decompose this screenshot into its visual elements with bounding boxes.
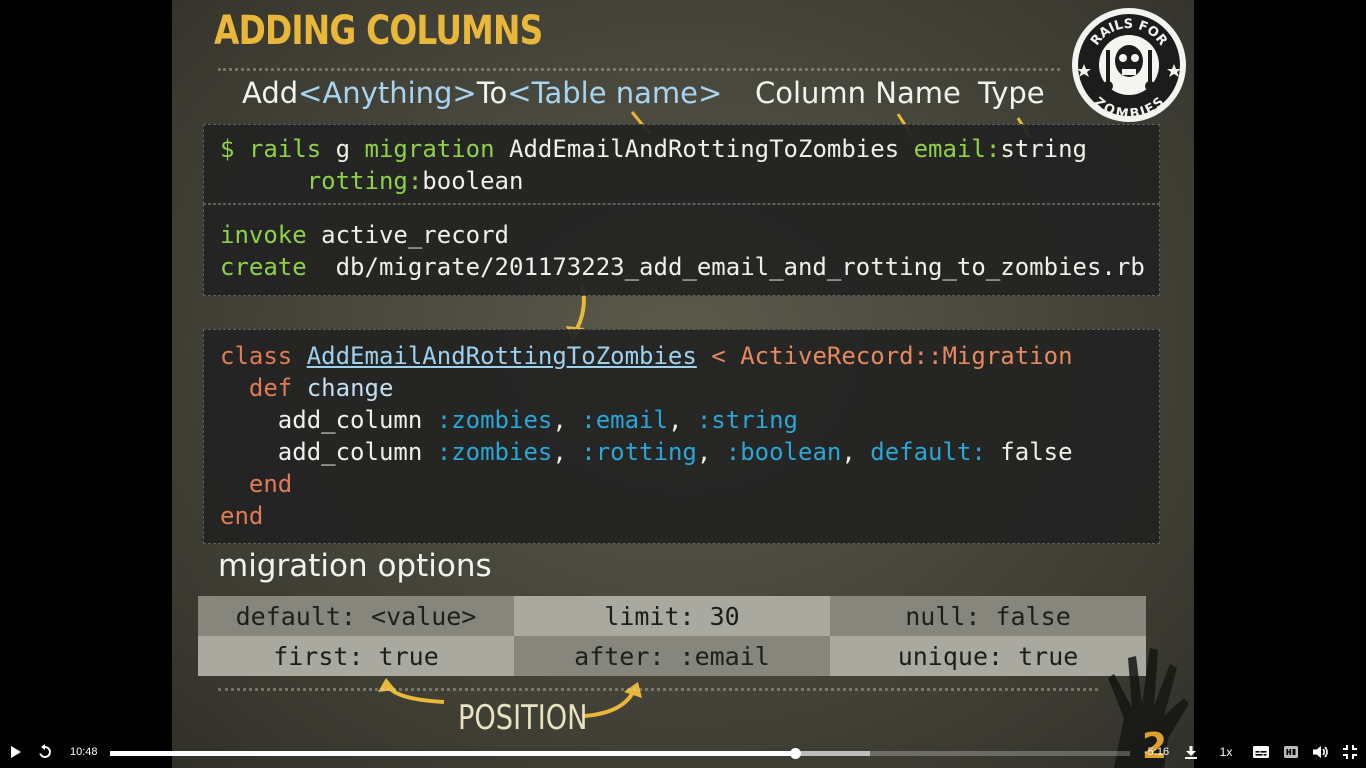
bottom-divider — [218, 688, 1098, 691]
output-invoke-kw: invoke — [220, 221, 307, 249]
replay-icon — [39, 744, 51, 758]
replay-button[interactable] — [30, 736, 60, 768]
volume-button[interactable] — [1306, 736, 1336, 768]
code-line1-arg1: :zombies — [436, 406, 553, 434]
exit-fullscreen-icon — [1343, 745, 1357, 759]
code-line2-arg1: :zombies — [436, 438, 553, 466]
download-button[interactable] — [1176, 736, 1206, 768]
migration-options-table: default: <value> limit: 30 null: false f… — [198, 596, 1146, 676]
code-end-inner: end — [248, 470, 293, 498]
code-def-kw: def — [248, 374, 293, 402]
playback-speed-label: 1x — [1219, 745, 1233, 759]
code-add-column-2: add_column — [277, 438, 423, 466]
captions-icon — [1253, 746, 1269, 758]
captions-button[interactable] — [1246, 736, 1276, 768]
migration-code-box: class AddEmailAndRottingToZombies < Acti… — [203, 329, 1160, 544]
cmd-field2-name: rotting: — [306, 167, 423, 195]
slide: Adding Columns RAILS FOR ZOMBIES — [172, 0, 1194, 768]
command-box: $ rails g migration AddEmailAndRottingTo… — [203, 124, 1160, 204]
video-player: Adding Columns RAILS FOR ZOMBIES — [0, 0, 1366, 768]
arrow-first — [384, 682, 445, 704]
code-method-name: change — [306, 374, 394, 402]
play-button[interactable] — [1, 736, 31, 768]
progress-played — [110, 751, 796, 756]
cmd-field1-name: email: — [913, 135, 1001, 163]
cmd-field1-type: string — [1000, 135, 1088, 163]
download-icon — [1185, 746, 1197, 759]
code-superclass: < ActiveRecord::Migration — [711, 342, 1073, 370]
code-end-outer: end — [220, 502, 264, 530]
arrow-after — [583, 689, 636, 718]
remaining-time: -5:16 — [1144, 746, 1170, 758]
cmd-field2-type: boolean — [422, 167, 524, 195]
output-create-val: db/migrate/201173223_add_email_and_rotti… — [335, 253, 1145, 281]
code-line1-arg2: :email — [581, 406, 668, 434]
elapsed-time: 10:48 — [70, 746, 98, 758]
code-default-val: false — [1000, 438, 1073, 466]
cmd-migration: migration — [364, 135, 495, 163]
play-icon — [11, 746, 21, 758]
code-line2-arg2: :rotting — [581, 438, 697, 466]
hd-button[interactable] — [1276, 736, 1306, 768]
code-line1-arg3: :string — [696, 406, 799, 434]
option-default: default: <value> — [198, 596, 514, 636]
cmd-migration-name: AddEmailAndRottingToZombies — [509, 135, 900, 163]
progress-bar[interactable] — [110, 748, 1130, 759]
hd-icon — [1284, 746, 1298, 758]
output-box: invoke active_record create db/migrate/2… — [203, 204, 1160, 296]
cmd-g: g — [335, 135, 351, 163]
cmd-prompt: $ — [220, 135, 235, 163]
output-create-kw: create — [220, 253, 307, 281]
output-invoke-val: active_record — [321, 221, 509, 249]
code-add-column-1: add_column — [277, 406, 423, 434]
option-after: after: :email — [514, 636, 830, 676]
option-limit: limit: 30 — [514, 596, 830, 636]
code-class-kw: class — [220, 342, 293, 370]
cmd-rails: rails — [248, 135, 322, 163]
volume-icon — [1313, 746, 1328, 758]
code-line2-arg3: :boolean — [725, 438, 842, 466]
exit-fullscreen-button[interactable] — [1335, 736, 1365, 768]
code-default-kw: default: — [870, 438, 986, 466]
migration-options-title: migration options — [218, 548, 492, 584]
code-class-name: AddEmailAndRottingToZombies — [306, 342, 697, 370]
option-first: first: true — [198, 636, 514, 676]
position-label: POSITION — [458, 698, 588, 738]
playback-speed-button[interactable]: 1x — [1211, 736, 1241, 768]
